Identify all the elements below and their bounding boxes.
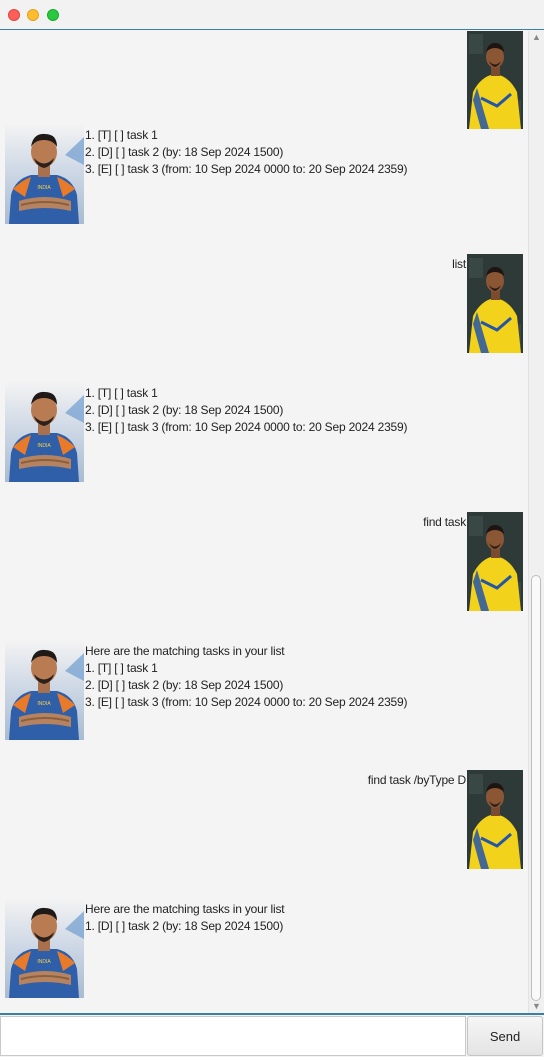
user-dialog-row — [0, 31, 527, 129]
minimize-window-icon[interactable] — [27, 9, 39, 21]
user-avatar — [467, 770, 523, 869]
user-dialog-row: find task /byType D — [0, 770, 527, 869]
close-window-icon[interactable] — [8, 9, 20, 21]
user-message: list — [452, 257, 466, 271]
user-message: find task /byType D — [367, 773, 466, 787]
input-bar: Send — [0, 1013, 544, 1057]
user-message: find task — [423, 515, 466, 529]
maximize-window-icon[interactable] — [47, 9, 59, 21]
bot-avatar: INDIA — [5, 641, 84, 740]
svg-text:INDIA: INDIA — [37, 959, 51, 965]
dialog-scroll-pane[interactable]: INDIA 1. [T] [ ] task 1 2. [D] [ ] task … — [0, 31, 544, 1013]
user-avatar — [467, 31, 523, 129]
bot-dialog-row: INDIA Here are the matching tasks in you… — [0, 641, 527, 740]
user-dialog-row: list — [0, 254, 527, 353]
bot-avatar: INDIA — [5, 383, 84, 482]
scrollbar-thumb[interactable] — [531, 575, 541, 1001]
svg-text:INDIA: INDIA — [37, 701, 51, 707]
bot-dialog-row: INDIA 1. [T] [ ] task 1 2. [D] [ ] task … — [0, 383, 527, 482]
user-avatar — [467, 512, 523, 611]
svg-text:INDIA: INDIA — [37, 185, 51, 191]
bot-message: 1. [T] [ ] task 1 2. [D] [ ] task 2 (by:… — [85, 386, 408, 434]
bot-dialog-row: INDIA Here are the matching tasks in you… — [0, 899, 527, 998]
user-input-field[interactable] — [0, 1016, 466, 1056]
send-button[interactable]: Send — [467, 1016, 543, 1056]
scroll-down-icon[interactable]: ▼ — [532, 1002, 541, 1011]
bot-message: 1. [T] [ ] task 1 2. [D] [ ] task 2 (by:… — [85, 128, 408, 176]
vertical-scrollbar[interactable]: ▲ ▼ — [528, 31, 544, 1013]
bot-message: Here are the matching tasks in your list… — [85, 902, 285, 933]
bot-dialog-row: INDIA 1. [T] [ ] task 1 2. [D] [ ] task … — [0, 125, 527, 224]
bot-avatar: INDIA — [5, 125, 84, 224]
scroll-up-icon[interactable]: ▲ — [532, 33, 541, 42]
bot-avatar: INDIA — [5, 899, 84, 998]
bot-message: Here are the matching tasks in your list… — [85, 644, 408, 709]
user-dialog-row: find task — [0, 512, 527, 611]
window-titlebar — [0, 0, 544, 30]
svg-text:INDIA: INDIA — [37, 443, 51, 449]
user-avatar — [467, 254, 523, 353]
